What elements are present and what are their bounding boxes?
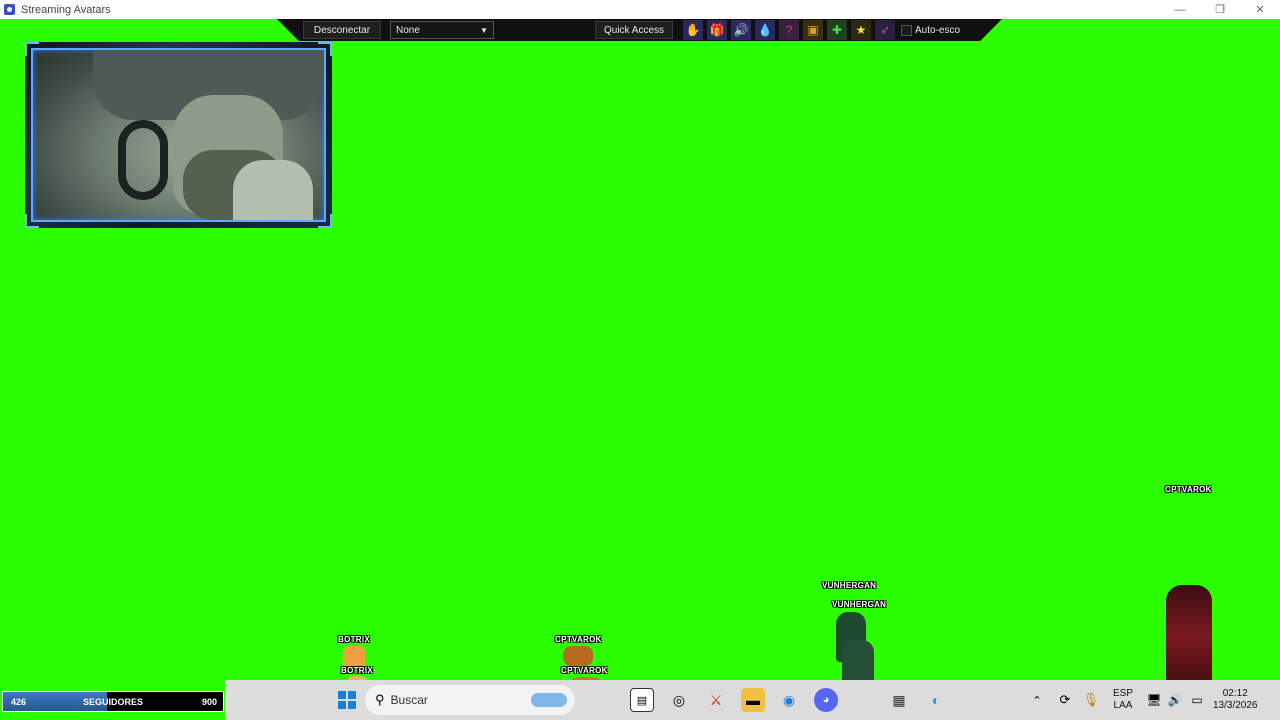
close-button[interactable]: ✕ xyxy=(1240,0,1280,19)
avatar-name-label: VUNHERGAN xyxy=(822,581,877,590)
app-icon xyxy=(4,4,15,15)
box-icon[interactable]: ▣ xyxy=(803,20,823,40)
frame-corner xyxy=(318,214,332,228)
avatar-name-label: CPTVAROK xyxy=(1165,485,1212,494)
browser-icon[interactable]: ◐ xyxy=(924,688,948,712)
headset-image xyxy=(118,120,168,200)
language-indicator[interactable]: ESP LAA xyxy=(1113,688,1133,712)
avatar-name-label: CPTVAROK xyxy=(561,666,608,675)
windows-start-icon[interactable] xyxy=(335,688,359,712)
tool-icon-row: ✋ 🎁 🔊 💧 ? ▣ ✚ ★ ➶ xyxy=(683,20,899,40)
avatar-name-label: BOTRIX xyxy=(338,635,371,644)
webcam-frame xyxy=(25,42,332,228)
question-icon[interactable]: ? xyxy=(779,20,799,40)
search-highlight-icon xyxy=(531,693,567,707)
clock[interactable]: 02:12 13/3/2026 xyxy=(1213,688,1258,712)
search-icon: ⚲ xyxy=(375,692,385,707)
clock-time: 02:12 xyxy=(1222,688,1248,699)
taskbar-search[interactable]: ⚲ Buscar xyxy=(365,685,575,715)
file-explorer-icon[interactable]: ▬ xyxy=(741,688,765,712)
hand-icon[interactable]: ✋ xyxy=(683,20,703,40)
gift-icon[interactable]: 🎁 xyxy=(707,20,727,40)
avatar-name-label: VUNHERGAN xyxy=(832,600,887,609)
windows-taskbar: ⚲ Buscar ▤ ◎ ⚔ ▬ ◉ ◕ ▦ ◐ ⌃ ⟳ 🎙 ESP LAA 🖥… xyxy=(225,680,1280,720)
avatar-name-label: BOTRIX xyxy=(341,666,374,675)
chevron-up-icon[interactable]: ⌃ xyxy=(1025,688,1049,712)
control-toolbar: Desconectar None ▼ Quick Access ✋ 🎁 🔊 💧 … xyxy=(277,19,1002,41)
frame-corner xyxy=(25,214,39,228)
quick-access-button[interactable]: Quick Access xyxy=(595,21,673,39)
window-controls: — ❐ ✕ xyxy=(1160,0,1280,19)
follower-goal: 900 xyxy=(201,696,217,707)
webcam-feed xyxy=(31,48,326,222)
auto-label: Auto-esco xyxy=(915,24,961,36)
plant-icon[interactable]: ✚ xyxy=(827,20,847,40)
battery-icon[interactable]: ▭ xyxy=(1185,688,1209,712)
avatar-select-value: None xyxy=(396,24,420,36)
task-view-icon[interactable]: ▤ xyxy=(630,688,654,712)
window-titlebar: Streaming Avatars — ❐ ✕ xyxy=(0,0,1280,19)
discord-icon[interactable]: ◕ xyxy=(814,688,838,712)
clock-date: 13/3/2026 xyxy=(1213,700,1258,711)
restore-button[interactable]: ❐ xyxy=(1200,0,1240,19)
volume-icon[interactable]: 🔊 xyxy=(1163,688,1187,712)
frame-corner xyxy=(318,42,332,56)
avatar-select[interactable]: None ▼ xyxy=(390,21,494,39)
follower-goal-bar: 426 SEGUIDORES 900 xyxy=(2,691,224,712)
dog-avatar-sprite xyxy=(563,646,593,666)
follower-count: 426 xyxy=(11,696,27,707)
auto-checkbox[interactable] xyxy=(901,24,912,36)
drop-icon[interactable]: 💧 xyxy=(755,20,775,40)
frame-corner xyxy=(25,42,39,56)
edge-browser-icon[interactable]: ◉ xyxy=(777,688,801,712)
star-icon[interactable]: ★ xyxy=(851,20,871,40)
chevron-down-icon: ▼ xyxy=(480,25,488,35)
fox-avatar-sprite xyxy=(343,646,365,666)
speaker-icon[interactable]: 🔊 xyxy=(731,20,751,40)
microphone-icon[interactable]: 🎙 xyxy=(1079,688,1103,712)
search-placeholder: Buscar xyxy=(390,693,428,707)
minimize-button[interactable]: — xyxy=(1160,0,1200,19)
follower-label: SEGUIDORES xyxy=(83,696,144,707)
rocket-icon[interactable]: ➶ xyxy=(875,20,895,40)
game-launcher-icon[interactable]: ⚔ xyxy=(704,688,728,712)
sync-icon[interactable]: ⟳ xyxy=(1053,688,1077,712)
app-icon-generic[interactable]: ▦ xyxy=(887,688,911,712)
window-title: Streaming Avatars xyxy=(21,3,111,16)
steam-icon[interactable]: ◎ xyxy=(667,688,691,712)
avatar-name-label: CPTVAROK xyxy=(555,635,602,644)
disconnect-button[interactable]: Desconectar xyxy=(303,21,381,39)
